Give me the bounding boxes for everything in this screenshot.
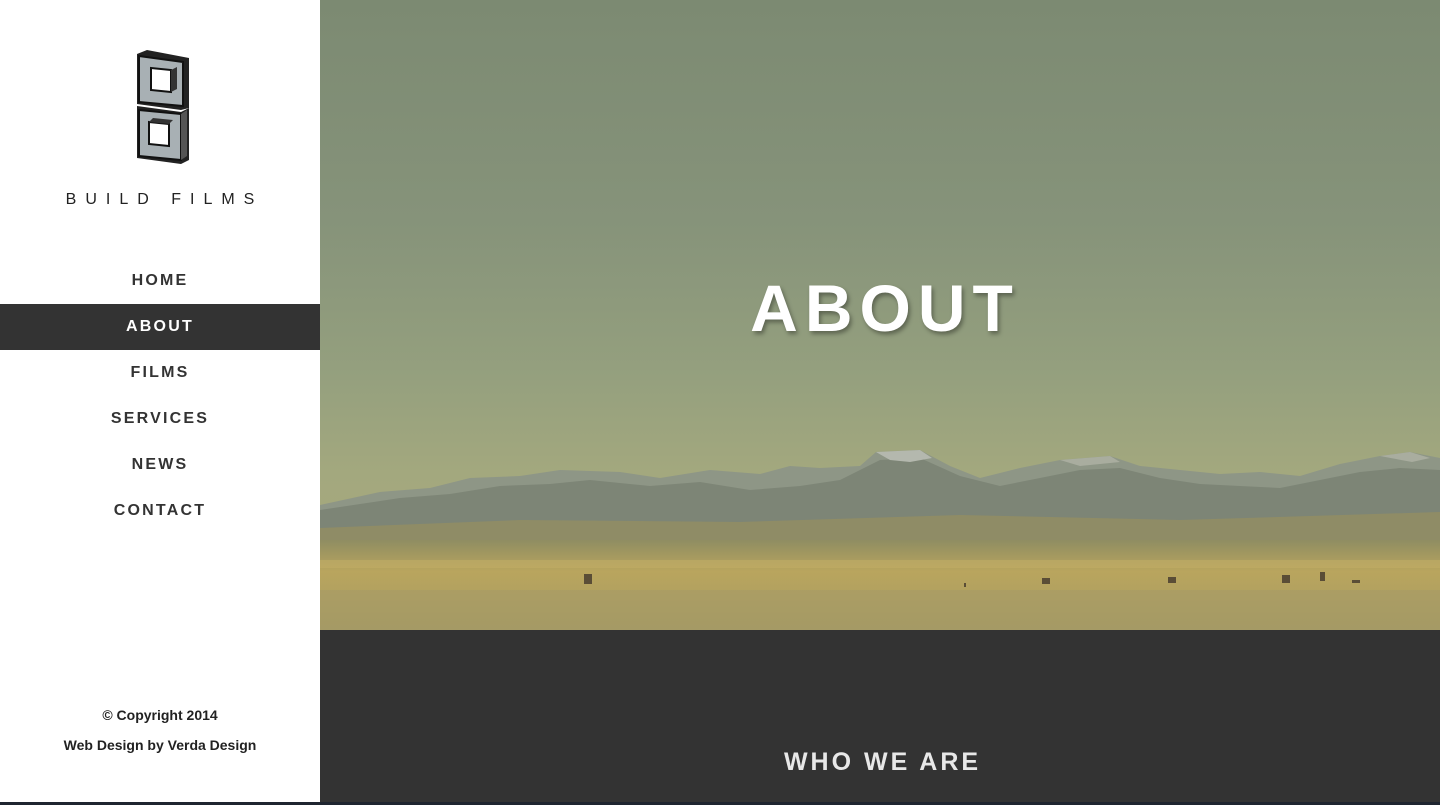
nav-item-contact[interactable]: CONTACT (0, 488, 320, 534)
hero-banner: ABOUT (320, 0, 1440, 630)
design-credit-link[interactable]: Web Design by Verda Design (0, 734, 320, 764)
section-heading: WHO WE ARE (783, 748, 982, 776)
nav-item-news[interactable]: NEWS (0, 442, 320, 488)
sidebar-footer: © Copyright 2014 Web Design by Verda Des… (0, 704, 320, 764)
page-title: ABOUT (750, 271, 1020, 345)
nav-item-films[interactable]: FILMS (0, 350, 320, 396)
nav-item-home[interactable]: HOME (0, 258, 320, 304)
nav-item-about[interactable]: ABOUT (0, 304, 320, 350)
who-we-are-section: WHO WE ARE (320, 630, 1440, 805)
copyright-text: © Copyright 2014 (102, 707, 218, 723)
nav-item-services[interactable]: SERVICES (0, 396, 320, 442)
build-films-logo-icon[interactable] (125, 48, 195, 166)
brand-name[interactable]: BUILD FILMS (0, 191, 320, 209)
main-nav: HOME ABOUT FILMS SERVICES NEWS CONTACT (0, 258, 320, 534)
sidebar: BUILD FILMS HOME ABOUT FILMS SERVICES NE… (0, 0, 320, 802)
